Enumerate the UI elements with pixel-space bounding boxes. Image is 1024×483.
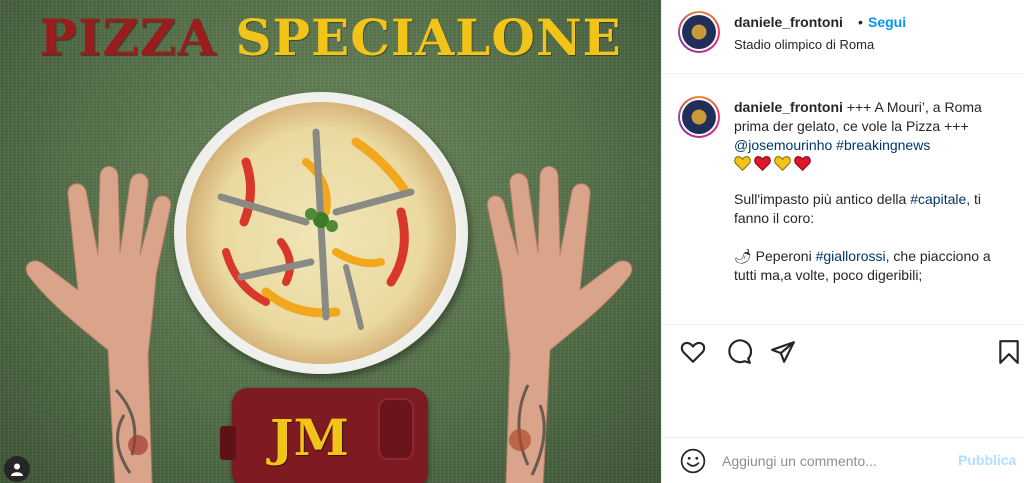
share-icon[interactable] bbox=[770, 339, 796, 365]
header-separator: • bbox=[858, 14, 863, 30]
hashtag-breakingnews[interactable]: #breakingnews bbox=[836, 137, 930, 153]
caption-para3: 🌶 Peperoni bbox=[734, 248, 816, 264]
user-tag-icon[interactable] bbox=[4, 456, 30, 482]
image-headline: PIZZA SPECIALONE bbox=[20, 8, 641, 67]
avatar[interactable] bbox=[678, 11, 720, 53]
caption-avatar[interactable] bbox=[678, 96, 720, 138]
headline-word-pizza: PIZZA bbox=[39, 8, 218, 67]
headline-word-specialone: SPECIALONE bbox=[235, 8, 622, 67]
yellow-heart-icon bbox=[734, 156, 751, 171]
caption-area: daniele_frontoni +++ A Mouri’, a Roma pr… bbox=[662, 74, 1024, 324]
right-arm-illustration bbox=[486, 166, 633, 483]
yellow-heart-icon bbox=[774, 156, 791, 171]
post-side-panel: daniele_frontoni • Segui Stadio olimpico… bbox=[661, 0, 1024, 483]
mention-link[interactable]: @josemourinho bbox=[734, 137, 832, 153]
phone-camera bbox=[378, 398, 414, 460]
red-heart-icon bbox=[794, 156, 811, 171]
phone-strap bbox=[220, 426, 236, 460]
hashtag-giallorossi[interactable]: #giallorossi bbox=[816, 248, 886, 264]
pizza-toppings bbox=[217, 128, 415, 330]
bookmark-icon[interactable] bbox=[996, 339, 1022, 365]
hearts-row bbox=[734, 156, 1006, 171]
comment-bar: Pubblica bbox=[662, 437, 1024, 483]
phone-initials: JM bbox=[270, 408, 350, 467]
avatar-logo bbox=[682, 15, 716, 49]
caption-text: daniele_frontoni +++ A Mouri’, a Roma pr… bbox=[734, 98, 1006, 285]
action-bar bbox=[662, 324, 1024, 380]
post-image[interactable]: PIZZA SPECIALONE JM bbox=[0, 0, 661, 483]
hashtag-capitale[interactable]: #capitale bbox=[910, 191, 966, 207]
publish-button[interactable]: Pubblica bbox=[958, 452, 1016, 468]
caption-para2: Sull'impasto più antico della bbox=[734, 191, 911, 207]
caption-username[interactable]: daniele_frontoni bbox=[734, 99, 843, 115]
location-link[interactable]: Stadio olimpico di Roma bbox=[734, 37, 874, 52]
red-heart-icon bbox=[754, 156, 771, 171]
phone-case: JM bbox=[220, 388, 428, 483]
comment-input[interactable] bbox=[722, 448, 944, 474]
post-header: daniele_frontoni • Segui Stadio olimpico… bbox=[662, 0, 1024, 74]
emoji-icon[interactable] bbox=[680, 448, 706, 474]
header-username[interactable]: daniele_frontoni bbox=[734, 14, 843, 30]
heart-icon[interactable] bbox=[680, 339, 706, 365]
caption-avatar-logo bbox=[682, 100, 716, 134]
comment-icon[interactable] bbox=[726, 339, 752, 365]
follow-button[interactable]: Segui bbox=[868, 14, 906, 30]
